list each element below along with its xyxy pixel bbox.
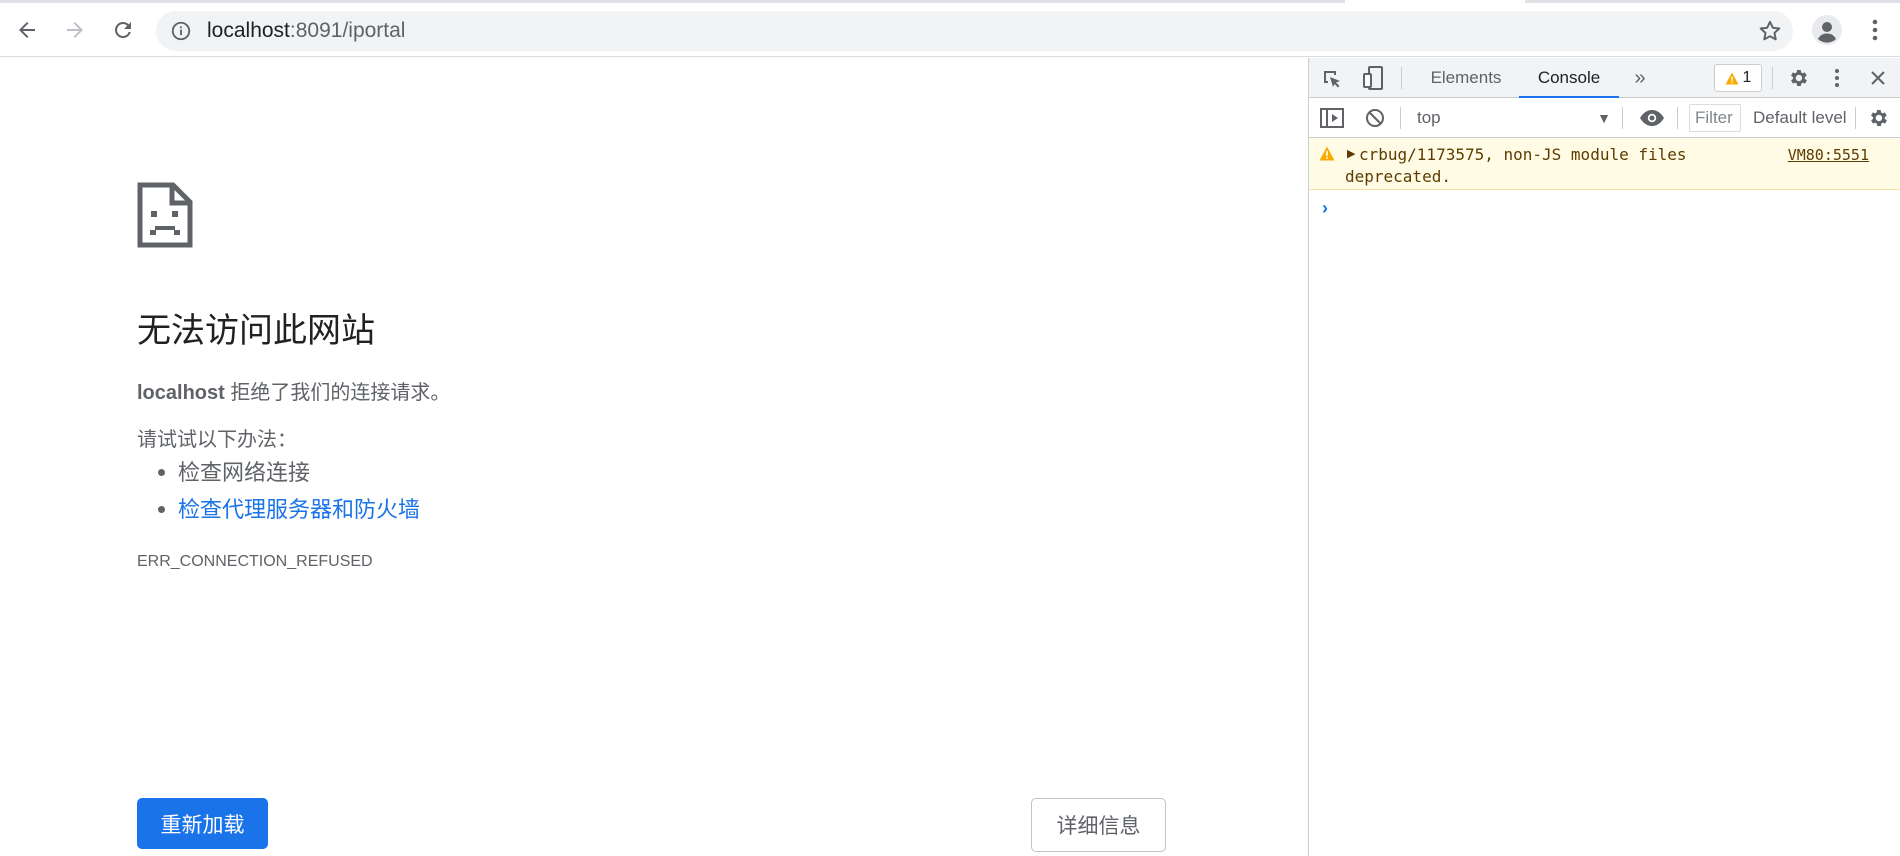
reload-icon: [114, 21, 131, 38]
url-host: localhost: [207, 19, 290, 42]
error-host: localhost: [137, 382, 225, 404]
show-sidebar-icon[interactable]: [1319, 106, 1345, 130]
kebab-menu-icon: [1872, 19, 1878, 41]
url-text[interactable]: localhost:8091/iportal: [207, 11, 405, 51]
console-warning-message[interactable]: ▶ crbug/1173575, non-JS module files dep…: [1309, 138, 1900, 190]
more-tabs-button[interactable]: »: [1627, 58, 1653, 98]
inspect-element-icon[interactable]: [1319, 66, 1345, 92]
context-selector[interactable]: top ▼: [1413, 105, 1613, 131]
url-path: :8091/iportal: [289, 19, 406, 42]
warning-text: crbug/1173575, non-JS module files depre…: [1345, 145, 1687, 186]
sad-document-icon: [137, 182, 193, 248]
console-prompt[interactable]: ›: [1322, 198, 1328, 219]
devtools-menu-icon[interactable]: [1827, 65, 1847, 91]
star-icon[interactable]: [1757, 18, 1783, 44]
error-page: 无法访问此网站 localhost 拒绝了我们的连接请求。 请试试以下办法： 检…: [0, 58, 1308, 856]
close-devtools-icon[interactable]: [1866, 66, 1890, 90]
devtools-settings-icon[interactable]: [1785, 65, 1811, 91]
forward-button[interactable]: [56, 11, 94, 49]
console-toolbar: top ▼ Filter Default levels: [1309, 98, 1900, 138]
devtools-separator: [1401, 67, 1402, 89]
suggestions-label: 请试试以下办法：: [137, 429, 297, 451]
console-settings-icon[interactable]: [1865, 106, 1891, 130]
devtools-separator: [1400, 107, 1401, 129]
error-title: 无法访问此网站: [137, 312, 375, 350]
reload-page-button[interactable]: 重新加载: [137, 798, 268, 849]
reload-button[interactable]: [104, 11, 142, 49]
filter-input[interactable]: Filter: [1689, 104, 1741, 132]
warning-count-badge[interactable]: 1: [1714, 64, 1762, 92]
context-value: top: [1417, 108, 1441, 127]
arrow-right-icon: [67, 22, 83, 38]
back-button[interactable]: [8, 11, 46, 49]
devtools-separator: [1677, 107, 1678, 129]
device-toolbar-icon[interactable]: [1360, 65, 1386, 91]
arrow-left-icon: [19, 22, 35, 38]
error-code: ERR_CONNECTION_REFUSED: [137, 553, 373, 570]
info-icon[interactable]: [170, 20, 192, 42]
devtools-separator: [1622, 107, 1623, 129]
browser-toolbar: localhost:8091/iportal: [0, 3, 1900, 57]
address-bar[interactable]: localhost:8091/iportal: [156, 11, 1793, 51]
avatar-icon: [1812, 15, 1842, 45]
suggestion-check-proxy-link[interactable]: 检查代理服务器和防火墙: [157, 491, 420, 528]
warning-icon: [1725, 72, 1739, 84]
suggestions-list: 检查网络连接 检查代理服务器和防火墙: [157, 454, 420, 528]
clear-console-icon[interactable]: [1362, 106, 1388, 130]
warning-count: 1: [1742, 69, 1752, 86]
devtools-panel: Elements Console » 1 top ▼ Filter Defaul…: [1308, 58, 1900, 856]
tab-console[interactable]: Console: [1519, 58, 1619, 98]
log-levels-dropdown[interactable]: Default levels: [1753, 104, 1847, 132]
suggestion-check-network: 检查网络连接: [157, 454, 420, 491]
details-button[interactable]: 详细信息: [1031, 798, 1166, 852]
error-host-suffix: 拒绝了我们的连接请求。: [224, 382, 451, 404]
warning-icon: [1319, 146, 1335, 161]
devtools-separator: [1772, 67, 1773, 89]
dropdown-arrow-icon: ▼: [1597, 110, 1611, 126]
error-host-message: localhost 拒绝了我们的连接请求。: [137, 376, 450, 405]
tab-elements[interactable]: Elements: [1421, 58, 1511, 98]
devtools-separator: [1855, 107, 1856, 129]
devtools-tab-bar: Elements Console » 1: [1309, 58, 1900, 98]
chrome-menu-button[interactable]: [1856, 11, 1894, 49]
profile-button[interactable]: [1808, 11, 1846, 49]
live-expression-eye-icon[interactable]: [1637, 106, 1667, 130]
warning-source-link[interactable]: VM80:5551: [1788, 144, 1869, 166]
